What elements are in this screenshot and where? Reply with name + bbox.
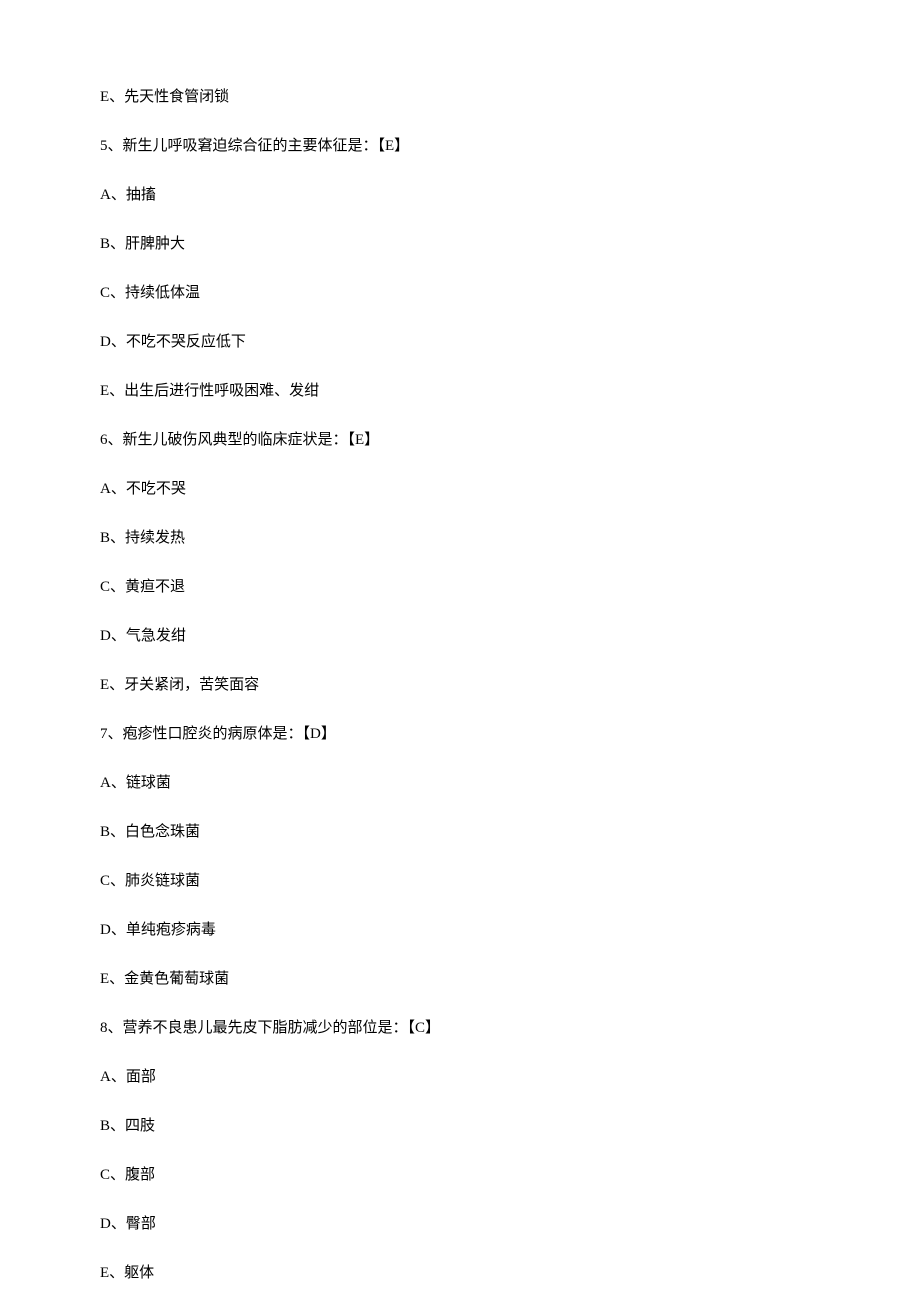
option-line: E、金黄色葡萄球菌: [100, 972, 820, 987]
option-line: E、牙关紧闭，苦笑面容: [100, 678, 820, 693]
option-line: A、不吃不哭: [100, 482, 820, 497]
option-line: E、出生后进行性呼吸困难、发绀: [100, 384, 820, 399]
question-line: 6、新生儿破伤风典型的临床症状是：【E】: [100, 433, 820, 448]
option-line: B、四肢: [100, 1119, 820, 1134]
option-line: E、先天性食管闭锁: [100, 90, 820, 105]
option-line: B、肝脾肿大: [100, 237, 820, 252]
option-line: A、抽搐: [100, 188, 820, 203]
question-line: 7、疱疹性口腔炎的病原体是：【D】: [100, 727, 820, 742]
option-line: C、肺炎链球菌: [100, 874, 820, 889]
option-line: C、腹部: [100, 1168, 820, 1183]
option-line: C、黄疸不退: [100, 580, 820, 595]
question-line: 8、营养不良患儿最先皮下脂肪减少的部位是：【C】: [100, 1021, 820, 1036]
option-line: D、气急发绀: [100, 629, 820, 644]
option-line: A、面部: [100, 1070, 820, 1085]
option-line: D、不吃不哭反应低下: [100, 335, 820, 350]
option-line: D、臀部: [100, 1217, 820, 1232]
option-line: D、单纯疱疹病毒: [100, 923, 820, 938]
option-line: B、白色念珠菌: [100, 825, 820, 840]
option-line: C、持续低体温: [100, 286, 820, 301]
question-line: 5、新生儿呼吸窘迫综合征的主要体征是：【E】: [100, 139, 820, 154]
option-line: B、持续发热: [100, 531, 820, 546]
option-line: E、躯体: [100, 1266, 820, 1281]
option-line: A、链球菌: [100, 776, 820, 791]
